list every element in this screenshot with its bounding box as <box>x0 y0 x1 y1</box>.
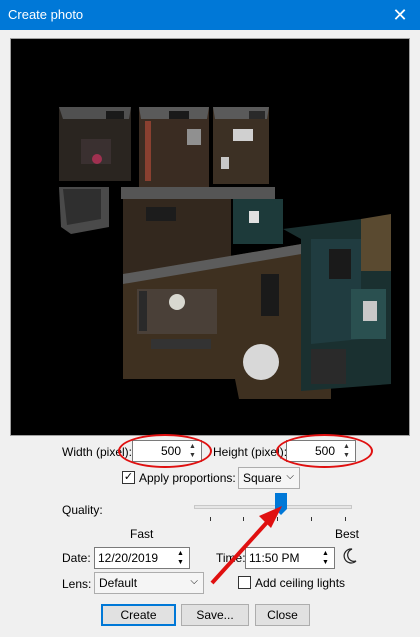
increment-icon[interactable]: ▲ <box>339 442 354 451</box>
height-spinner[interactable]: 500 ▲ ▼ <box>286 440 356 462</box>
quality-slider-track[interactable] <box>194 505 352 509</box>
slider-tick <box>243 517 244 521</box>
height-stepper[interactable]: ▲ ▼ <box>339 442 354 460</box>
width-spinner[interactable]: 500 ▲ ▼ <box>132 440 202 462</box>
apply-proportions-label: Apply proportions: <box>139 471 236 485</box>
height-value[interactable]: 500 <box>315 444 335 458</box>
render-preview <box>10 38 410 436</box>
increment-icon[interactable]: ▲ <box>173 549 188 558</box>
create-button[interactable]: Create <box>101 604 176 626</box>
width-label: Width (pixel): <box>62 445 133 459</box>
floor-plan-render <box>59 107 391 399</box>
apply-proportions-checkbox[interactable]: ✓ <box>122 471 135 484</box>
decrement-icon[interactable]: ▼ <box>318 558 333 567</box>
increment-icon[interactable]: ▲ <box>318 549 333 558</box>
increment-icon[interactable]: ▲ <box>185 442 200 451</box>
ceiling-lights-checkbox[interactable] <box>238 576 251 589</box>
proportions-value: Square <box>243 471 282 485</box>
close-button[interactable]: Close <box>255 604 310 626</box>
date-label: Date: <box>62 551 91 565</box>
proportions-dropdown[interactable]: Square ⌵ <box>238 467 300 489</box>
date-value[interactable]: 12/20/2019 <box>98 551 158 565</box>
time-field[interactable]: 11:50 PM ▲ ▼ <box>245 547 335 569</box>
window-title: Create photo <box>8 7 84 22</box>
chevron-down-icon: ⌵ <box>190 576 198 587</box>
lens-label: Lens: <box>62 577 92 591</box>
moon-icon <box>343 548 357 564</box>
quality-min-label: Fast <box>130 527 154 541</box>
chevron-down-icon: ⌵ <box>286 471 294 482</box>
slider-tick <box>277 517 278 521</box>
slider-tick <box>210 517 211 521</box>
close-icon[interactable]: ✕ <box>380 0 420 30</box>
ceiling-lights-label: Add ceiling lights <box>255 576 346 590</box>
quality-max-label: Best <box>335 527 360 541</box>
width-value[interactable]: 500 <box>161 444 181 458</box>
quality-slider-thumb[interactable] <box>275 493 287 515</box>
time-value[interactable]: 11:50 PM <box>249 551 299 565</box>
lens-value: Default <box>99 576 138 590</box>
lens-dropdown[interactable]: Default ⌵ <box>94 572 204 594</box>
decrement-icon[interactable]: ▼ <box>339 451 354 460</box>
time-label: Time: <box>216 551 246 565</box>
save-button[interactable]: Save... <box>181 604 249 626</box>
slider-tick <box>345 517 346 521</box>
quality-label: Quality: <box>62 503 103 517</box>
date-field[interactable]: 12/20/2019 ▲ ▼ <box>94 547 190 569</box>
height-label: Height (pixel): <box>213 445 288 459</box>
time-stepper[interactable]: ▲ ▼ <box>318 549 333 567</box>
date-stepper[interactable]: ▲ ▼ <box>173 549 188 567</box>
slider-tick <box>311 517 312 521</box>
decrement-icon[interactable]: ▼ <box>173 558 188 567</box>
title-bar: Create photo ✕ <box>0 0 420 30</box>
decrement-icon[interactable]: ▼ <box>185 451 200 460</box>
width-stepper[interactable]: ▲ ▼ <box>185 442 200 460</box>
